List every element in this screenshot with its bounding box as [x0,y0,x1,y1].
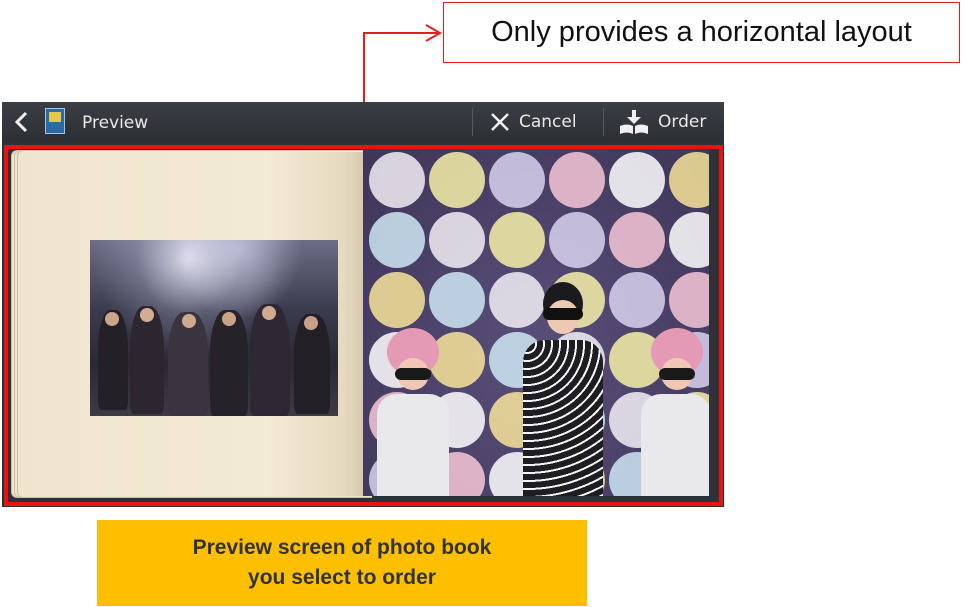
backdrop-dot [609,152,665,208]
caption-line-1: Preview screen of photo book [192,536,492,559]
order-book-icon [620,110,648,134]
back-arrow-icon[interactable] [12,110,32,134]
backdrop-dot [489,212,545,268]
caption-line-2: you select to order [248,566,436,589]
backdrop-dot [549,152,605,208]
order-button[interactable]: Order [618,102,706,142]
concert-photo [90,240,338,416]
backdrop-dot [669,272,709,328]
close-icon [491,113,509,131]
page-title: Preview [82,113,149,133]
left-page [21,152,371,496]
cancel-button[interactable]: Cancel [489,102,577,142]
backdrop-dot [549,212,605,268]
order-label: Order [658,112,707,132]
backdrop-dot [609,212,665,268]
photobook-app-icon [45,108,65,134]
preview-screen: Preview Cancel Order [2,102,724,507]
backdrop-dot [669,152,709,208]
caption-box: Preview screen of photo book you select … [97,520,587,606]
backdrop-dot [429,272,485,328]
backdrop-dot [369,152,425,208]
divider [603,108,604,136]
right-page-photo [363,148,709,496]
callout-text: Only provides a horizontal layout [491,16,912,48]
backdrop-dot [429,152,485,208]
photo-book-preview[interactable] [3,142,723,506]
cancel-label: Cancel [519,112,577,132]
backdrop-dot [429,212,485,268]
backdrop-dot [669,212,709,268]
left-page-stack [11,148,372,498]
backdrop-dot [369,212,425,268]
divider [472,108,473,136]
action-bar: Preview Cancel Order [2,102,724,142]
backdrop-dot [369,272,425,328]
layout-callout: Only provides a horizontal layout [443,2,960,63]
backdrop-dot [489,152,545,208]
backdrop-dot [609,272,665,328]
